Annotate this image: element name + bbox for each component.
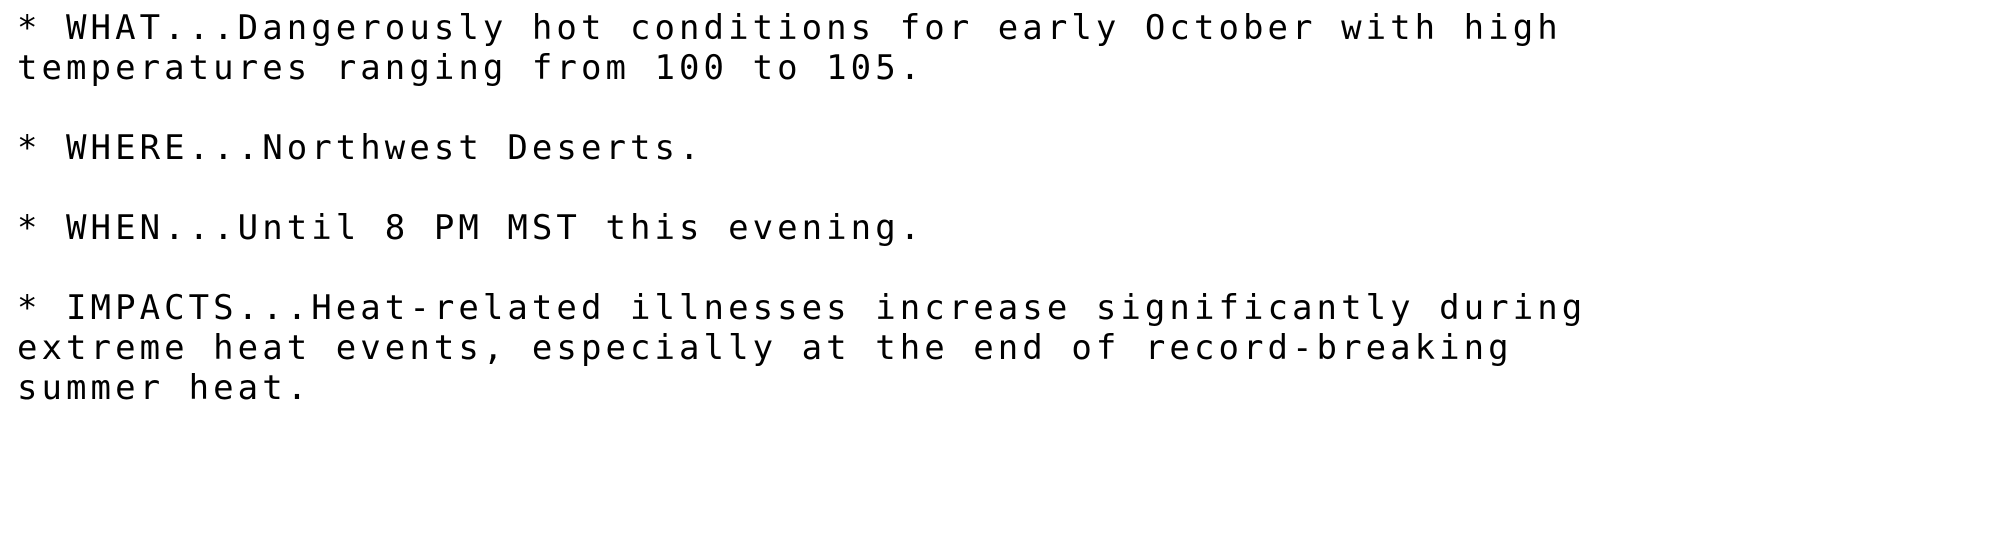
bulletin-line-when-1: * WHEN...Until 8 PM MST this evening.	[17, 208, 925, 248]
bulletin-line-blank-2	[17, 168, 1977, 208]
bulletin-line-impacts-2: extreme heat events, especially at the e…	[17, 328, 1513, 368]
bulletin-line-blank-1	[17, 88, 1977, 128]
bulletin-line-what-2: temperatures ranging from 100 to 105.	[17, 48, 925, 88]
bulletin-text-block: * WHAT...Dangerously hot conditions for …	[17, 8, 1977, 408]
weather-bulletin-body: * WHAT...Dangerously hot conditions for …	[0, 0, 2000, 554]
bulletin-line-impacts-3: summer heat.	[17, 368, 312, 408]
bulletin-line-blank-3	[17, 248, 1977, 288]
bulletin-line-impacts-1: * IMPACTS...Heat-related illnesses incre…	[17, 288, 1587, 328]
bulletin-line-where-1: * WHERE...Northwest Deserts.	[17, 128, 704, 168]
bulletin-line-what-1: * WHAT...Dangerously hot conditions for …	[17, 8, 1562, 48]
